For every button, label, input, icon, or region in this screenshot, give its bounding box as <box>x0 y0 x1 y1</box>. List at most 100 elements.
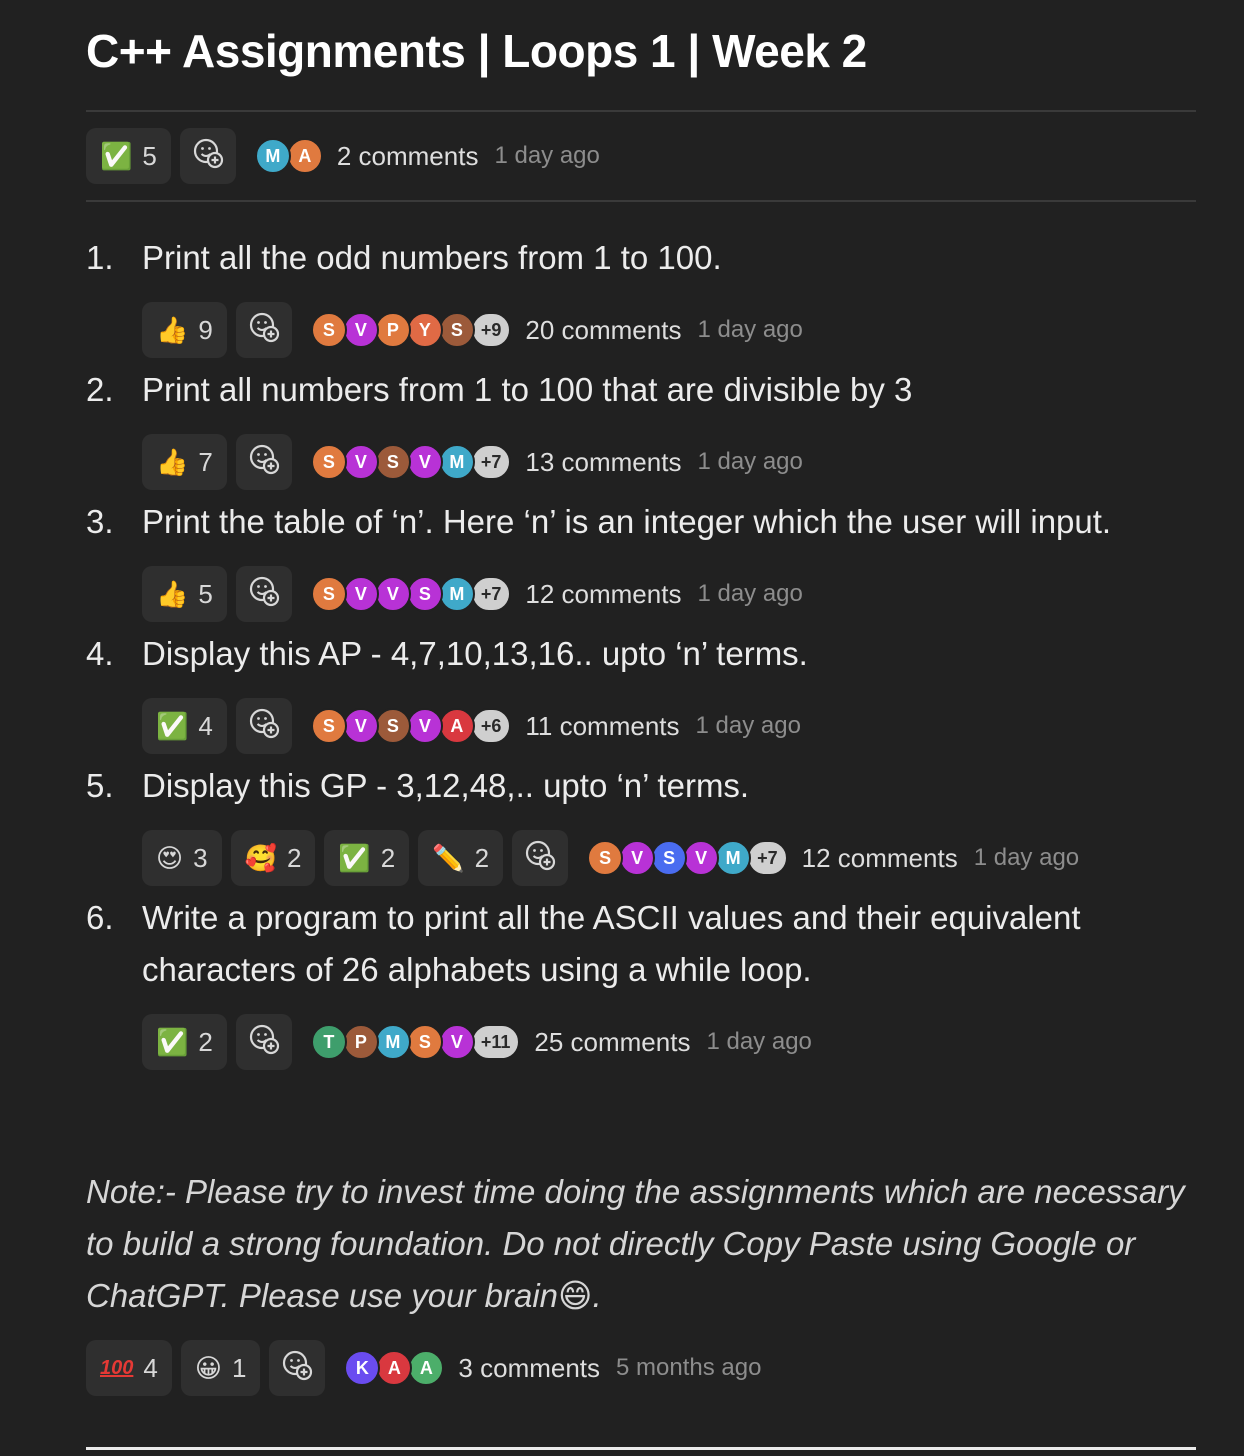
avatar: M <box>254 138 291 174</box>
reaction-emoji-icon: ✏️ <box>432 843 465 873</box>
reaction-count: 2 <box>380 842 396 873</box>
add-reaction-button[interactable] <box>512 830 569 886</box>
reaction-emoji-icon: ✅ <box>338 843 371 873</box>
reaction-count: 4 <box>143 1352 158 1383</box>
avatar: S <box>310 312 347 348</box>
reaction-button[interactable]: ✅ 4 <box>142 698 227 754</box>
reaction-button[interactable]: ✅ 5 <box>86 128 171 184</box>
reaction-count: 3 <box>193 842 208 873</box>
add-reaction-button[interactable] <box>235 566 292 622</box>
comments-link[interactable]: 11 comments <box>525 711 679 742</box>
reaction-button[interactable]: 😀 1 <box>180 1340 261 1396</box>
timestamp: 1 day ago <box>706 1028 812 1055</box>
reaction-emoji-icon: ✅ <box>156 711 189 741</box>
item-reaction-bar: 👍 5 S V V S M +7 12 comments 1 day ago <box>142 566 803 622</box>
add-reaction-button[interactable] <box>235 434 292 490</box>
comments-link[interactable]: 12 comments <box>802 843 958 874</box>
comments-link[interactable]: 20 comments <box>525 315 681 346</box>
add-reaction-icon <box>247 310 281 351</box>
reaction-button[interactable]: 100 4 <box>86 1340 172 1396</box>
reaction-button[interactable]: ✏️ 2 <box>418 830 504 886</box>
add-reaction-icon <box>280 1348 314 1389</box>
header-reaction-bar: ✅ 5 M A 2 comments 1 day ago <box>86 128 600 184</box>
avatar: S <box>310 708 347 744</box>
comments-link[interactable]: 25 comments <box>534 1027 690 1058</box>
commenter-avatars[interactable]: S V V S M +7 <box>310 576 512 612</box>
add-reaction-button[interactable] <box>235 1014 292 1070</box>
avatar: M <box>374 1024 411 1060</box>
item-text: Display this GP - 3,12,48,.. upto ‘n’ te… <box>142 767 750 804</box>
item-number: 1. <box>86 239 114 276</box>
add-reaction-button[interactable] <box>269 1340 326 1396</box>
avatar: A <box>438 708 475 744</box>
commenter-avatars[interactable]: S V S V M +7 <box>587 840 788 876</box>
more-avatars-badge: +11 <box>470 1024 521 1060</box>
item-reaction-bar: 👍 7 S V S V M +7 13 comments 1 day ago <box>142 434 803 490</box>
reaction-emoji-icon: 100 <box>100 1357 134 1379</box>
reaction-emoji-icon: 👍 <box>156 579 189 609</box>
reaction-emoji-icon: ✅ <box>156 1027 189 1057</box>
item-number: 3. <box>86 503 114 540</box>
reaction-count: 7 <box>198 446 213 477</box>
bottom-divider <box>86 1447 1196 1450</box>
page-title: C++ Assignments | Loops 1 | Week 2 <box>86 25 867 77</box>
divider <box>86 110 1196 112</box>
item-text: Print all numbers from 1 to 100 that are… <box>142 371 913 408</box>
add-reaction-button[interactable] <box>235 302 292 358</box>
item-text: Display this AP - 4,7,10,13,16.. upto ‘n… <box>142 635 808 672</box>
avatar: M <box>438 576 475 612</box>
reaction-count: 9 <box>198 314 213 345</box>
avatar: V <box>619 840 656 876</box>
commenter-avatars[interactable]: S V S V M +7 <box>310 444 512 480</box>
add-reaction-icon <box>247 574 281 615</box>
avatar: V <box>374 576 411 612</box>
reaction-button[interactable]: 👍 5 <box>142 566 227 622</box>
comments-link[interactable]: 2 comments <box>337 141 479 172</box>
reaction-count: 2 <box>474 842 490 873</box>
timestamp: 1 day ago <box>697 316 803 343</box>
reaction-emoji-icon: 😍 <box>156 843 184 873</box>
reaction-button[interactable]: 👍 9 <box>142 302 227 358</box>
avatar: V <box>406 444 443 480</box>
reaction-emoji-icon: 🥰 <box>244 843 277 873</box>
commenter-avatars[interactable]: KAA <box>344 1350 445 1386</box>
timestamp: 1 day ago <box>697 448 803 475</box>
timestamp: 1 day ago <box>695 712 801 739</box>
avatar: S <box>374 708 411 744</box>
note-text: Note:- Please try to invest time doing t… <box>86 1173 1185 1314</box>
item-number: 2. <box>86 371 114 408</box>
avatar: T <box>310 1024 347 1060</box>
reaction-count: 1 <box>231 1352 247 1383</box>
reaction-button[interactable]: 👍 7 <box>142 434 227 490</box>
commenter-avatars[interactable]: MA <box>254 138 323 174</box>
avatar: A <box>408 1350 445 1386</box>
reaction-button[interactable]: ✅ 2 <box>324 830 410 886</box>
avatar: S <box>374 444 411 480</box>
comments-link[interactable]: 13 comments <box>525 447 681 478</box>
reaction-button[interactable]: 🥰 2 <box>230 830 316 886</box>
note-reaction-bar: 100 4 😀 1 K A A 3 comments 5 months ago <box>86 1340 761 1396</box>
reaction-button[interactable]: 😍 3 <box>142 830 222 886</box>
timestamp: 1 day ago <box>697 580 803 607</box>
item-number: 5. <box>86 767 114 804</box>
avatar: Y <box>406 312 443 348</box>
avatar: P <box>342 1024 379 1060</box>
timestamp: 5 months ago <box>616 1354 762 1381</box>
commenter-avatars[interactable]: T P M S V +11 <box>310 1024 521 1060</box>
reaction-count: 5 <box>142 140 157 171</box>
reaction-count: 5 <box>198 578 213 609</box>
commenter-avatars[interactable]: S V P Y S +9 <box>310 312 512 348</box>
comments-link[interactable]: 3 comments <box>458 1353 600 1384</box>
add-reaction-button[interactable] <box>179 128 236 184</box>
commenter-avatars[interactable]: S V S V A +6 <box>310 708 512 744</box>
add-reaction-button[interactable] <box>235 698 292 754</box>
item-reaction-bar: ✅ 2 T P M S V +11 25 comments 1 day ago <box>142 1014 812 1070</box>
timestamp: 1 day ago <box>494 142 600 169</box>
more-avatars-badge: +9 <box>470 312 512 348</box>
reaction-emoji-icon: 👍 <box>156 447 189 477</box>
comments-link[interactable]: 12 comments <box>525 579 681 610</box>
reaction-count: 2 <box>286 842 302 873</box>
avatar: V <box>342 444 379 480</box>
reaction-button[interactable]: ✅ 2 <box>142 1014 227 1070</box>
item-reaction-bar: 😍 3 🥰 2 ✅ 2 ✏️ 2 S V S V M +7 12 comments 1 day ago <box>142 830 1079 886</box>
